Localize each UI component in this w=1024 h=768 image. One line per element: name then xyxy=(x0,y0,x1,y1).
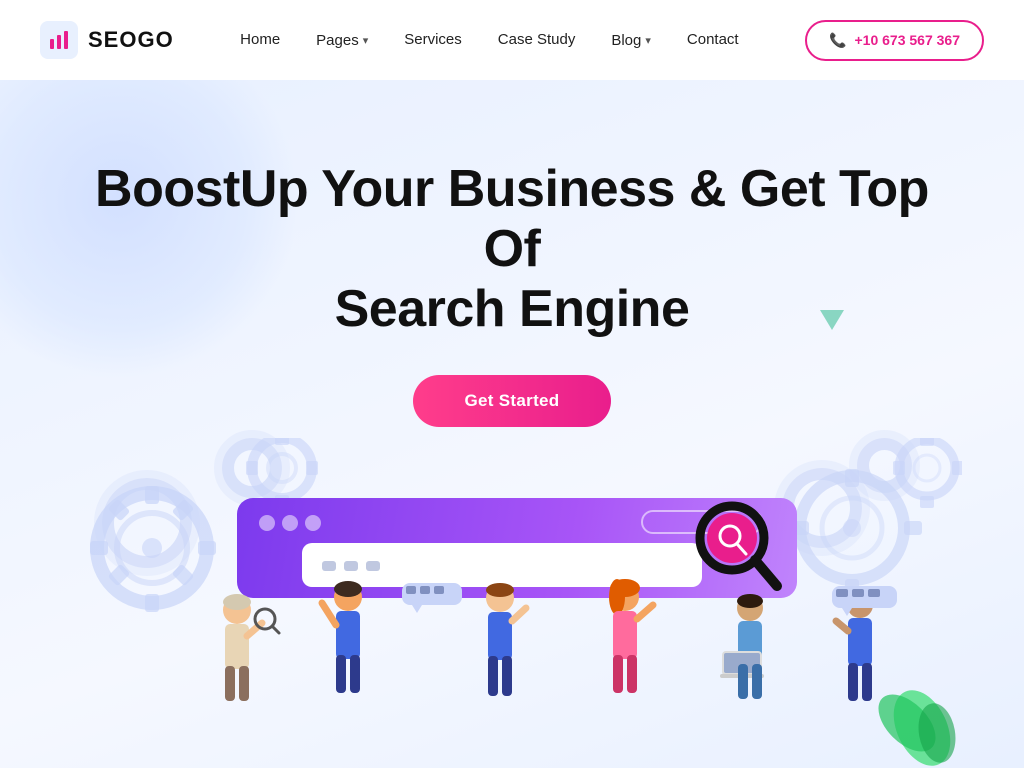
nav-services[interactable]: Services xyxy=(404,31,462,49)
navbar: SEOGO Home Pages Services Case Study Blo… xyxy=(0,0,1024,80)
logo[interactable]: SEOGO xyxy=(40,21,174,59)
phone-button[interactable]: 📞 +10 673 567 367 xyxy=(805,20,984,61)
logo-icon xyxy=(40,21,78,59)
illustration-svg xyxy=(62,438,962,768)
nav-blog[interactable]: Blog xyxy=(611,32,651,49)
hero-section: BoostUp Your Business & Get Top Of Searc… xyxy=(0,80,1024,768)
hero-text: BoostUp Your Business & Get Top Of Searc… xyxy=(0,160,1024,339)
get-started-button[interactable]: Get Started xyxy=(413,375,612,427)
phone-number: +10 673 567 367 xyxy=(855,32,961,48)
nav-pages[interactable]: Pages xyxy=(316,32,368,49)
hero-illustration xyxy=(62,438,962,768)
hero-title: BoostUp Your Business & Get Top Of Searc… xyxy=(80,160,944,339)
logo-text: SEOGO xyxy=(88,27,174,53)
nav-contact[interactable]: Contact xyxy=(687,31,739,49)
nav-home[interactable]: Home xyxy=(240,31,280,49)
phone-icon: 📞 xyxy=(829,32,846,49)
nav-case-study[interactable]: Case Study xyxy=(498,31,576,49)
nav-links: Home Pages Services Case Study Blog Cont… xyxy=(240,31,738,49)
